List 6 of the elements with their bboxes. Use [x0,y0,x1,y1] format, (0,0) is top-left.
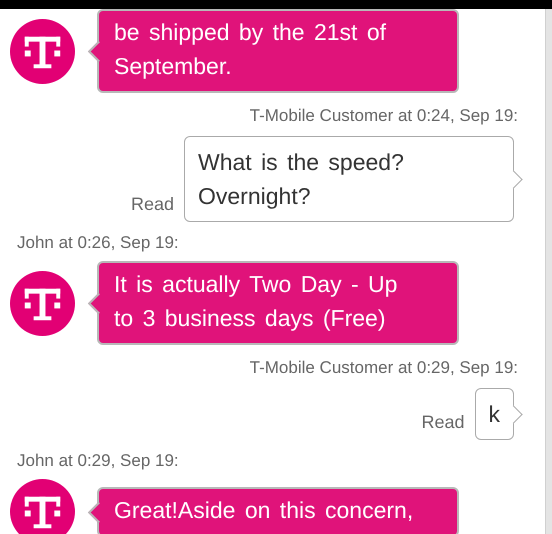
message-header: T-Mobile Customer at 0:24, Sep 19: [250,106,518,126]
message-header: John at 0:29, Sep 19: [17,451,179,471]
read-status: Read [130,194,174,214]
read-status: Read [421,412,464,432]
message-header: John at 0:26, Sep 19: [17,233,179,253]
message-header: T-Mobile Customer at 0:29, Sep 19: [250,358,518,378]
